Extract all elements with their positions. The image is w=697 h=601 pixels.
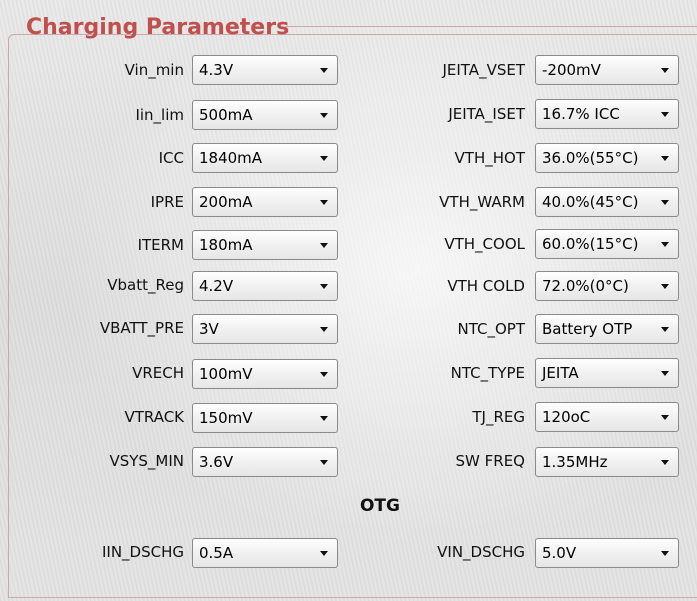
vth-hot-select[interactable]: 36.0%(55°C) xyxy=(535,143,679,173)
ntc-opt-value: Battery OTP xyxy=(542,320,633,338)
vth-cold-select[interactable]: 72.0%(0°C) xyxy=(535,271,679,301)
ntc-type-value: JEITA xyxy=(542,364,579,382)
jeita-iset-label: JEITA_ISET xyxy=(448,105,525,123)
vth-cold-label: VTH COLD xyxy=(447,277,525,295)
chevron-down-icon xyxy=(661,371,669,376)
vin-dschg-label: VIN_DSCHG xyxy=(437,543,525,561)
vth-hot-label: VTH_HOT xyxy=(454,149,525,167)
chevron-down-icon xyxy=(661,200,669,205)
vth-cool-label: VTH_COOL xyxy=(444,235,525,253)
jeita-vset-value: -200mV xyxy=(542,61,601,79)
chevron-down-icon xyxy=(661,284,669,289)
jeita-vset-select[interactable]: -200mV xyxy=(535,55,679,85)
vth-cool-select[interactable]: 60.0%(15°C) xyxy=(535,229,679,259)
vth-hot-value: 36.0%(55°C) xyxy=(542,149,639,167)
jeita-iset-select[interactable]: 16.7% ICC xyxy=(535,99,679,129)
ntc-opt-label: NTC_OPT xyxy=(457,320,526,338)
sw-freq-select[interactable]: 1.35MHz xyxy=(535,447,679,477)
chevron-down-icon xyxy=(661,327,669,332)
vth-warm-value: 40.0%(45°C) xyxy=(542,193,639,211)
group-frame-top-line xyxy=(285,26,697,27)
ntc-opt-select[interactable]: Battery OTP xyxy=(535,314,679,344)
jeita-iset-value: 16.7% ICC xyxy=(542,105,620,123)
tj-reg-value: 120oC xyxy=(542,408,591,426)
ntc-type-label: NTC_TYPE xyxy=(450,364,525,382)
otg-heading: OTG xyxy=(359,496,400,516)
chevron-down-icon xyxy=(661,460,669,465)
chevron-down-icon xyxy=(661,551,669,556)
vth-cold-value: 72.0%(0°C) xyxy=(542,277,629,295)
chevron-down-icon xyxy=(661,112,669,117)
chevron-down-icon xyxy=(661,415,669,420)
jeita-vset-label: JEITA_VSET xyxy=(442,61,525,79)
tj-reg-label: TJ_REG xyxy=(472,408,525,426)
vin-dschg-value: 5.0V xyxy=(542,544,577,562)
group-title: Charging Parameters xyxy=(26,15,290,40)
sw-freq-value: 1.35MHz xyxy=(542,453,608,471)
chevron-down-icon xyxy=(661,68,669,73)
vth-warm-select[interactable]: 40.0%(45°C) xyxy=(535,187,679,217)
ntc-type-select[interactable]: JEITA xyxy=(535,358,679,388)
chevron-down-icon xyxy=(661,156,669,161)
charging-parameters-panel: Charging Parameters Vin_min 4.3V Iin_lim… xyxy=(0,0,697,601)
vth-warm-label: VTH_WARM xyxy=(439,193,525,211)
sw-freq-label: SW FREQ xyxy=(455,452,525,470)
vth-cool-value: 60.0%(15°C) xyxy=(542,235,639,253)
chevron-down-icon xyxy=(661,242,669,247)
tj-reg-select[interactable]: 120oC xyxy=(535,402,679,432)
vin-dschg-select[interactable]: 5.0V xyxy=(535,538,679,568)
